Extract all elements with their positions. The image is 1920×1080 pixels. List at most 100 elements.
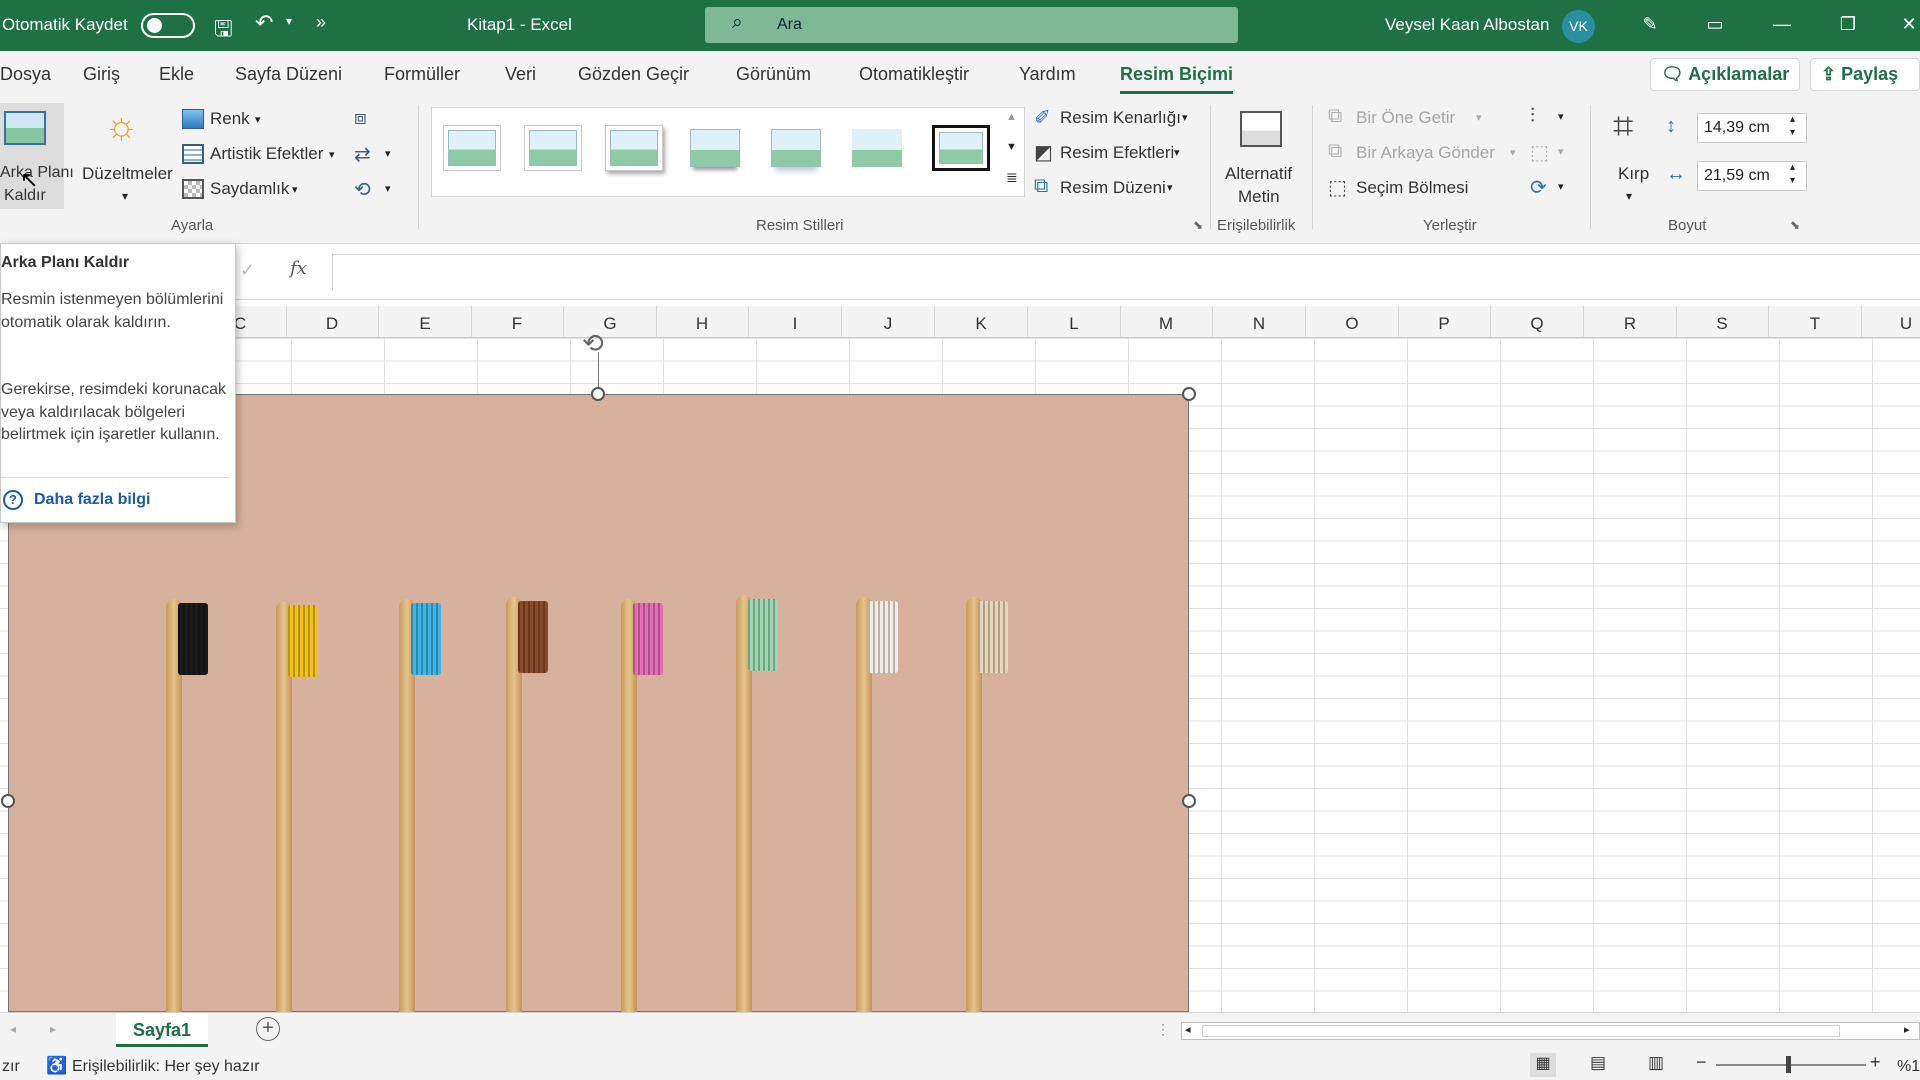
scroll-thumb[interactable] xyxy=(1202,1025,1840,1037)
chevron-down-icon[interactable]: ▾ xyxy=(385,147,391,160)
undo-icon[interactable]: ↶ xyxy=(255,10,273,36)
chevron-down-icon[interactable]: ▾ xyxy=(1558,110,1564,123)
picture-style-7[interactable] xyxy=(932,125,990,171)
spin-down-icon[interactable]: ▾ xyxy=(1790,175,1795,186)
column-header-h[interactable]: H xyxy=(692,314,712,334)
pen-icon[interactable]: ✎ xyxy=(1636,10,1664,38)
splitter-icon[interactable]: ⋮ xyxy=(1156,1021,1170,1038)
tab-formulas[interactable]: Formüller xyxy=(384,64,460,85)
column-header-j[interactable]: J xyxy=(878,314,898,334)
selection-pane-button[interactable]: ⬚ Seçim Bölmesi xyxy=(1328,175,1488,203)
transparency-button[interactable]: Saydamlık ▾ xyxy=(180,177,320,205)
zoom-out-icon[interactable]: − xyxy=(1696,1052,1707,1073)
help-icon[interactable]: ? xyxy=(3,490,23,510)
spin-up-icon[interactable]: ▴ xyxy=(1790,114,1795,125)
resize-handle-top[interactable] xyxy=(591,387,605,401)
formula-input[interactable] xyxy=(332,254,1920,290)
tab-review[interactable]: Gözden Geçir xyxy=(578,64,689,85)
picture-effects-button[interactable]: ◩ Resim Efektleri ▾ xyxy=(1032,140,1202,168)
gallery-more-icon[interactable]: ≣ xyxy=(1006,169,1018,186)
picture-border-button[interactable]: ✐ Resim Kenarlığı ▾ xyxy=(1032,105,1202,133)
align-icon[interactable]: ⫶ xyxy=(1530,105,1535,128)
insert-function-icon[interactable]: fx xyxy=(290,258,307,279)
picture-style-5[interactable] xyxy=(767,125,825,171)
zoom-slider[interactable] xyxy=(1716,1064,1866,1066)
picture-style-4[interactable] xyxy=(686,125,744,171)
ribbon-display-icon[interactable]: ▭ xyxy=(1701,10,1729,38)
column-header-m[interactable]: M xyxy=(1156,314,1176,334)
tab-data[interactable]: Veri xyxy=(505,64,536,85)
zoom-slider-thumb[interactable] xyxy=(1786,1056,1791,1073)
search-box[interactable]: ⌕ Ara xyxy=(705,7,1238,43)
column-header-r[interactable]: R xyxy=(1620,314,1640,334)
zoom-in-icon[interactable]: + xyxy=(1870,1052,1881,1073)
user-name[interactable]: Veysel Kaan Albostan xyxy=(1385,15,1549,35)
artistic-effects-button[interactable]: Artistik Efektler ▾ xyxy=(180,142,340,170)
spin-up-icon[interactable]: ▴ xyxy=(1790,162,1795,173)
next-sheet-icon[interactable]: ▸ xyxy=(50,1022,56,1036)
dialog-launcher-icon[interactable]: ⬊ xyxy=(1193,218,1203,232)
page-layout-view-icon[interactable]: ▤ xyxy=(1590,1053,1606,1073)
column-header-p[interactable]: P xyxy=(1434,314,1454,334)
dialog-launcher-icon[interactable]: ⬊ xyxy=(1790,218,1800,232)
column-header-e[interactable]: E xyxy=(415,314,435,334)
column-header-k[interactable]: K xyxy=(971,314,991,334)
prev-sheet-icon[interactable]: ◂ xyxy=(10,1022,16,1036)
reset-picture-icon[interactable]: ⟲ xyxy=(354,177,371,202)
column-header-f[interactable]: F xyxy=(507,314,527,334)
alt-text-button[interactable]: Alternatif Metin xyxy=(1220,103,1300,209)
spin-down-icon[interactable]: ▾ xyxy=(1790,127,1795,138)
autosave-toggle[interactable] xyxy=(141,13,195,38)
resize-handle-top-right[interactable] xyxy=(1182,387,1196,401)
remove-background-button[interactable]: Arka Planı Kaldır ↖ xyxy=(0,103,74,209)
column-header-i[interactable]: I xyxy=(785,314,805,334)
column-header-u[interactable]: U xyxy=(1896,314,1916,334)
chevron-down-icon[interactable]: ▾ xyxy=(1558,180,1564,193)
more-commands-icon[interactable]: » xyxy=(316,12,326,33)
column-header-l[interactable]: L xyxy=(1064,314,1084,334)
picture-style-6[interactable] xyxy=(848,125,906,171)
zoom-level[interactable]: %1 xyxy=(1897,1058,1920,1076)
tab-insert[interactable]: Ekle xyxy=(159,64,194,85)
corrections-button[interactable]: ☼ Düzeltmeler ▾ xyxy=(80,103,176,209)
column-header-q[interactable]: Q xyxy=(1527,314,1547,334)
accessibility-status[interactable]: Erişilebilirlik: Her şey hazır xyxy=(72,1058,260,1076)
restore-icon[interactable]: ❐ xyxy=(1834,10,1862,38)
compress-pictures-icon[interactable]: ⧈ xyxy=(354,107,367,130)
bring-forward-button[interactable]: ⧉ Bir Öne Getir ▾ xyxy=(1328,105,1488,133)
chevron-down-icon[interactable]: ▾ xyxy=(1558,145,1564,158)
add-sheet-icon[interactable]: + xyxy=(256,1017,280,1041)
comments-button[interactable]: 🗨 Açıklamalar xyxy=(1650,58,1801,91)
picture-layout-button[interactable]: ⧉ Resim Düzeni ▾ xyxy=(1032,175,1202,203)
save-icon[interactable]: 🖫 xyxy=(214,12,233,50)
scroll-left-icon[interactable]: ◂ xyxy=(1185,1023,1191,1036)
avatar[interactable]: VK xyxy=(1562,10,1595,43)
undo-dropdown-icon[interactable]: ▾ xyxy=(286,14,292,28)
tab-page-layout[interactable]: Sayfa Düzeni xyxy=(235,64,342,85)
column-header-s[interactable]: S xyxy=(1712,314,1732,334)
column-header-o[interactable]: O xyxy=(1342,314,1362,334)
group-objects-icon[interactable]: ⬚ xyxy=(1530,140,1549,165)
minimize-icon[interactable]: — xyxy=(1768,10,1796,38)
send-backward-button[interactable]: ⧉ Bir Arkaya Gönder ▾ xyxy=(1328,140,1528,168)
normal-view-icon[interactable]: ▦ xyxy=(1530,1053,1556,1077)
width-spinner[interactable]: 21,59 cm ▴ ▾ xyxy=(1697,161,1807,191)
tab-view[interactable]: Görünüm xyxy=(736,64,811,85)
page-break-view-icon[interactable]: ▥ xyxy=(1648,1053,1664,1073)
resize-handle-left[interactable] xyxy=(1,794,15,808)
height-spinner[interactable]: 14,39 cm ▴ ▾ xyxy=(1697,113,1807,143)
close-icon[interactable]: ✕ xyxy=(1895,10,1920,38)
chevron-down-icon[interactable]: ▾ xyxy=(385,182,391,195)
column-header-n[interactable]: N xyxy=(1249,314,1269,334)
tab-help[interactable]: Yardım xyxy=(1019,64,1076,85)
tab-home[interactable]: Giriş xyxy=(83,64,120,85)
scroll-right-icon[interactable]: ▸ xyxy=(1904,1023,1910,1036)
enter-check-icon[interactable]: ✓ xyxy=(240,260,255,281)
horizontal-scrollbar[interactable]: ◂ ▸ xyxy=(1181,1022,1920,1040)
learn-more-link[interactable]: Daha fazla bilgi xyxy=(34,491,150,509)
tab-file[interactable]: Dosya xyxy=(0,64,51,85)
share-button[interactable]: ⇪ Paylaş xyxy=(1810,58,1920,91)
sheet-tab-sayfa1[interactable]: Sayfa1 xyxy=(116,1013,208,1047)
color-button[interactable]: Renk ▾ xyxy=(180,107,320,135)
tab-automate[interactable]: Otomatikleştir xyxy=(859,64,969,85)
